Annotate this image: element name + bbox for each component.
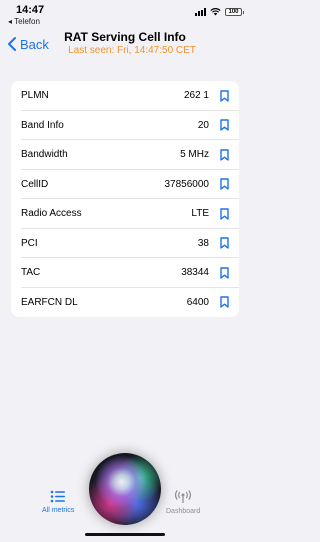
table-row: Bandwidth 5 MHz [11, 140, 239, 170]
row-value: LTE [191, 208, 209, 220]
bookmark-icon[interactable] [220, 149, 229, 161]
table-row: PCI 38 [11, 229, 239, 259]
battery-icon: 100 [225, 8, 244, 16]
table-row: TAC 38344 [11, 258, 239, 288]
row-label: EARFCN DL [21, 296, 78, 308]
last-seen-subtitle: Last seen: Fri, 14:47:50 CET [68, 45, 196, 56]
table-row: CellID 37856000 [11, 170, 239, 200]
row-label: Radio Access [21, 208, 82, 220]
table-row: Radio Access LTE [11, 199, 239, 229]
back-to-app-link[interactable]: ◂ Telefon [8, 17, 40, 26]
row-value: 262 1 [183, 90, 209, 102]
tab-all-metrics[interactable]: All metrics [42, 490, 74, 514]
bookmark-icon[interactable] [220, 119, 229, 131]
row-label: CellID [21, 178, 49, 190]
table-row: EARFCN DL 6400 [11, 288, 239, 318]
cellular-signal-icon [195, 8, 206, 16]
bookmark-icon[interactable] [220, 178, 229, 190]
tab-label: All metrics [42, 507, 75, 514]
row-value: 37856000 [164, 178, 210, 190]
siri-orb[interactable] [89, 453, 161, 525]
status-time: 14:47 [16, 4, 45, 16]
status-icons: 100 [195, 8, 244, 16]
table-row: Band Info 20 [11, 111, 239, 141]
row-value: 20 [197, 119, 209, 131]
bookmark-icon[interactable] [220, 237, 229, 249]
navigation-bar: Back RAT Serving Cell Info Last seen: Fr… [0, 30, 250, 60]
row-label: PCI [21, 237, 38, 249]
row-value: 6400 [186, 296, 209, 308]
row-value: 5 MHz [180, 149, 209, 161]
bookmark-icon[interactable] [220, 208, 229, 220]
tab-label: Dashboard [166, 508, 201, 515]
bookmark-icon[interactable] [220, 90, 229, 102]
tab-dashboard[interactable]: Dashboard [166, 490, 200, 515]
row-label: TAC [21, 267, 41, 279]
bookmark-icon[interactable] [220, 296, 229, 308]
antenna-icon [175, 490, 192, 503]
row-label: Band Info [21, 119, 64, 131]
table-row: PLMN 262 1 [11, 81, 239, 111]
list-icon [50, 490, 66, 503]
row-value: 38344 [181, 267, 209, 279]
row-value: 38 [197, 237, 209, 249]
cell-info-card: PLMN 262 1 Band Info 20 Bandwidth 5 MHz … [11, 81, 239, 317]
wifi-icon [210, 8, 221, 16]
page-title: RAT Serving Cell Info [64, 30, 186, 44]
row-label: PLMN [21, 90, 49, 102]
row-label: Bandwidth [21, 149, 68, 161]
home-indicator[interactable] [85, 533, 165, 536]
bookmark-icon[interactable] [220, 267, 229, 279]
status-bar: 14:47 ◂ Telefon 100 [0, 0, 250, 30]
